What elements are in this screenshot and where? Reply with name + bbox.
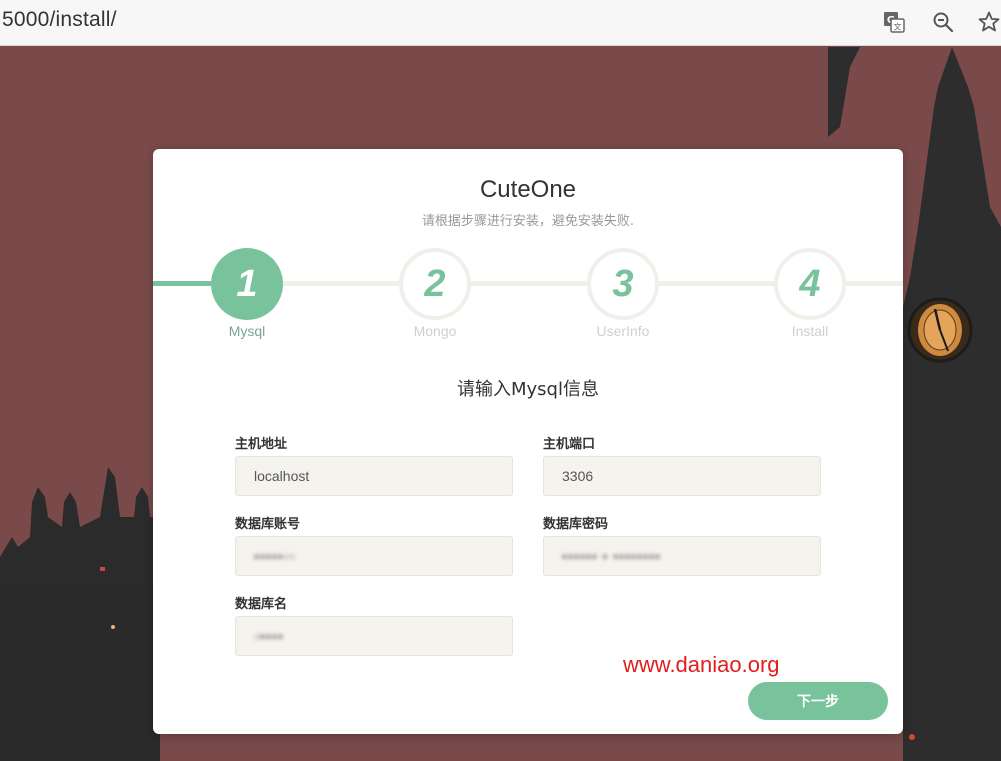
step-2-circle: 2 [399, 248, 471, 320]
step-1-label: Mysql [228, 323, 266, 339]
db-password-label: 数据库密码 [543, 517, 609, 532]
db-name-input[interactable]: ▫▪▪▪▪ [235, 616, 513, 656]
db-name-value-blurred: ▫▪▪▪▪ [254, 628, 284, 644]
step-4-circle: 4 [774, 248, 846, 320]
host-value: localhost [254, 468, 310, 484]
translate-icon[interactable]: G 文 [881, 9, 907, 35]
browser-toolbar: 5000/install/ G 文 [0, 0, 1001, 46]
svg-text:文: 文 [894, 22, 902, 32]
port-value: 3306 [562, 468, 594, 484]
db-password-input[interactable]: ▪▪▪▪▪▪ ▪ ▪▪▪▪▪▪▪▪ [543, 536, 821, 576]
watermark-text: www.daniao.org [623, 652, 780, 677]
db-user-input[interactable]: ▪▪▪▪▪▫▫ [235, 536, 513, 576]
section-title: 请输入Mysql信息 [457, 379, 599, 400]
db-name-label: 数据库名 [235, 597, 288, 612]
db-user-label: 数据库账号 [235, 517, 301, 532]
step-4-label: Install [791, 323, 829, 339]
host-input[interactable]: localhost [235, 456, 513, 496]
install-subtitle: 请根据步骤进行安装，避免安装失败. [421, 214, 635, 229]
db-password-value-blurred: ▪▪▪▪▪▪ ▪ ▪▪▪▪▪▪▪▪ [562, 548, 662, 564]
host-label: 主机地址 [235, 437, 288, 452]
app-title: CuteOne [479, 176, 577, 203]
port-input[interactable]: 3306 [543, 456, 821, 496]
port-label: 主机端口 [543, 437, 596, 452]
bookmark-star-icon[interactable] [976, 9, 1001, 35]
step-3-label: UserInfo [596, 323, 650, 339]
zoom-icon[interactable] [930, 9, 956, 35]
step-1-circle: 1 [211, 248, 283, 320]
address-bar-url[interactable]: 5000/install/ [2, 8, 117, 32]
step-2-label: Mongo [413, 323, 457, 339]
install-card: CuteOne 请根据步骤进行安装，避免安装失败. 1 2 3 4 Mysql … [153, 149, 903, 734]
step-3-circle: 3 [587, 248, 659, 320]
db-user-value-blurred: ▪▪▪▪▪▫▫ [254, 548, 296, 564]
next-step-button[interactable]: 下一步 [748, 682, 888, 720]
